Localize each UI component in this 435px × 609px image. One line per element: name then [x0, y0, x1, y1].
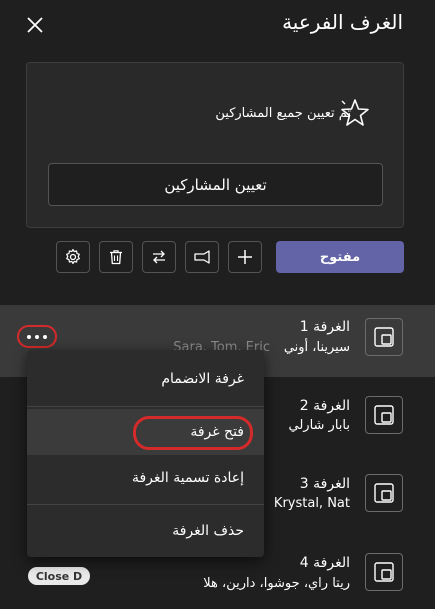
menu-item-open-room[interactable]: فتح غرفة: [27, 409, 264, 455]
gear-icon: [66, 248, 80, 265]
add-room-button[interactable]: [228, 241, 262, 273]
room-icon: [365, 396, 403, 434]
megaphone-icon: [194, 250, 210, 264]
trash-icon: [110, 250, 122, 265]
recreate-rooms-button[interactable]: [142, 241, 176, 273]
menu-divider: [27, 504, 264, 505]
menu-item-delete-room[interactable]: حذف الغرفة: [27, 508, 264, 554]
room-icon: [365, 318, 403, 356]
menu-item-rename-room[interactable]: إعادة تسمية الغرفة: [27, 455, 264, 501]
room-name: الغرفة 2: [299, 398, 350, 414]
plus-icon: [238, 250, 252, 264]
open-rooms-label: مفتوح: [319, 249, 361, 265]
room-icon: [365, 474, 403, 512]
menu-item-label: فتح غرفة: [190, 424, 244, 440]
assign-status-text: تم تعيين جميع المشاركين: [215, 106, 351, 121]
room-status-badge: Close D: [28, 567, 90, 585]
room-name: الغرفة 4: [299, 555, 350, 571]
room-name: الغرفة 3: [299, 476, 350, 492]
panel-title: الغرف الفرعية: [282, 10, 403, 34]
menu-item-join-room[interactable]: غرفة الانضمام: [27, 356, 264, 402]
assign-participants-label: تعيين المشاركين: [164, 175, 267, 194]
room-name: الغرفة 1: [299, 319, 350, 335]
announcement-button[interactable]: [185, 241, 219, 273]
room-participants: بابار شارلي: [288, 418, 351, 433]
swap-arrows-icon: [153, 250, 165, 264]
more-options-icon: [27, 334, 31, 339]
room-participants: Krystal, Nat: [273, 496, 350, 511]
menu-divider: [27, 406, 264, 407]
menu-item-label: غرفة الانضمام: [161, 371, 244, 387]
room-participants: ريتا راي، جوشوا، دارين، هلا: [203, 576, 350, 591]
delete-button[interactable]: [99, 241, 133, 273]
room-participants: سيرينا، أوني: [283, 340, 350, 355]
menu-item-label: إعادة تسمية الغرفة: [131, 470, 244, 486]
open-rooms-button[interactable]: مفتوح: [276, 241, 404, 273]
more-options-button[interactable]: [17, 325, 57, 348]
settings-button[interactable]: [56, 241, 90, 273]
menu-item-label: حذف الغرفة: [172, 523, 244, 539]
room-icon: [365, 553, 403, 591]
close-icon[interactable]: [24, 14, 46, 36]
assign-participants-button[interactable]: تعيين المشاركين: [48, 163, 383, 206]
